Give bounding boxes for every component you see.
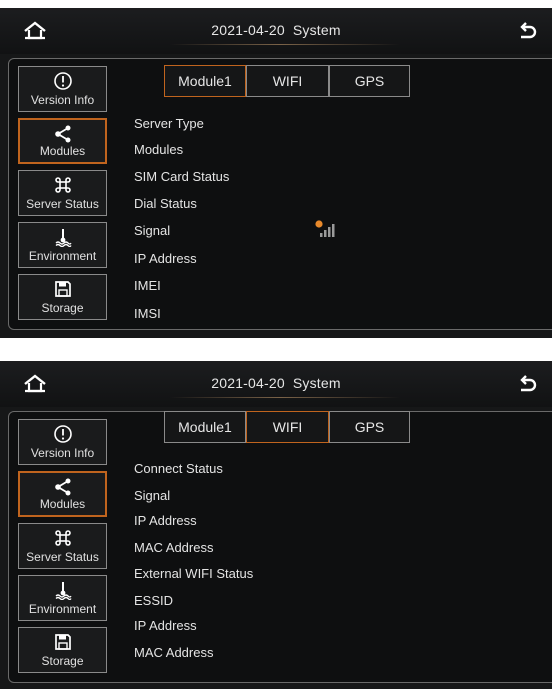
field-label-server-type: Server Type [134, 116, 204, 131]
sidebar-item-modules[interactable]: Modules [18, 118, 107, 164]
floppy-disk-icon [54, 634, 71, 650]
field-label-ip-address: IP Address [134, 618, 197, 633]
sidebar-item-label: Version Info [30, 446, 95, 460]
system-screen-module1: 2021-04-20 System Version Info Modules Se… [0, 8, 552, 338]
sidebar-item-label: Environment [28, 249, 97, 263]
cellular-signal-icon [315, 220, 335, 237]
date-label: 2021-04-20 [211, 22, 285, 38]
sidebar-item-modules[interactable]: Modules [18, 471, 107, 517]
signal-status-dot [315, 220, 323, 228]
date-label: 2021-04-20 [211, 375, 285, 391]
back-arrow-icon [520, 22, 537, 39]
field-label-connect-status: Connect Status [134, 461, 223, 476]
sidebar-item-server-status[interactable]: Server Status [18, 523, 107, 569]
back-button[interactable] [516, 21, 538, 43]
info-icon [53, 72, 72, 90]
tab-module1[interactable]: Module1 [164, 65, 246, 97]
page-title: 2021-04-20 System [0, 22, 552, 38]
sidebar-item-label: Environment [28, 602, 97, 616]
tab-label: Module1 [178, 73, 232, 89]
sidebar-item-server-status[interactable]: Server Status [18, 170, 107, 216]
thermometer-icon [55, 229, 72, 247]
top-bar: 2021-04-20 System [0, 361, 552, 407]
field-label-essid: ESSID [134, 593, 174, 608]
sidebar-item-label: Storage [41, 301, 84, 315]
field-label-mac-address: MAC Address [134, 540, 214, 555]
command-icon [54, 530, 71, 546]
sidebar-item-label: Server Status [26, 197, 99, 211]
sidebar-item-version-info[interactable]: Version Info [18, 419, 107, 465]
title-label: System [292, 22, 341, 38]
content-panel: Version Info Modules Server Status Envir… [8, 58, 552, 330]
sidebar-item-label: Storage [41, 654, 84, 668]
tab-wifi[interactable]: WIFI [246, 65, 329, 97]
field-label-ip-address: IP Address [134, 251, 197, 266]
field-label-signal: Signal [134, 223, 171, 238]
sidebar-item-label: Server Status [26, 550, 99, 564]
field-label-ip-address: IP Address [134, 513, 197, 528]
sidebar-item-storage[interactable]: Storage [18, 627, 107, 673]
info-icon [53, 425, 72, 443]
content-panel: Version Info Modules Server Status Envir… [8, 411, 552, 683]
share-icon [54, 478, 70, 496]
tab-gps[interactable]: GPS [329, 411, 410, 443]
title-label: System [292, 375, 341, 391]
system-screen-wifi: 2021-04-20 System Version Info Modules Se… [0, 361, 552, 689]
tab-module1[interactable]: Module1 [164, 411, 246, 443]
page-title: 2021-04-20 System [0, 375, 552, 391]
sidebar-item-label: Modules [39, 497, 86, 511]
field-label-imei: IMEI [134, 278, 161, 293]
title-divider-right [280, 397, 400, 398]
back-arrow-icon [520, 375, 537, 392]
sidebar-item-storage[interactable]: Storage [18, 274, 107, 320]
sidebar-item-label: Version Info [30, 93, 95, 107]
title-divider-left [170, 44, 280, 45]
sidebar-item-environment[interactable]: Environment [18, 575, 107, 621]
field-label-dial-status: Dial Status [134, 196, 197, 211]
title-divider-right [280, 44, 400, 45]
sidebar-item-label: Modules [39, 144, 86, 158]
sidebar-item-environment[interactable]: Environment [18, 222, 107, 268]
share-icon [54, 125, 70, 143]
field-label-sim-card-status: SIM Card Status [134, 169, 230, 184]
field-label-imsi: IMSI [134, 306, 161, 321]
tab-gps[interactable]: GPS [329, 65, 410, 97]
floppy-disk-icon [54, 281, 71, 297]
tab-label: WIFI [272, 419, 303, 435]
tab-label: Module1 [178, 419, 232, 435]
command-icon [54, 177, 71, 193]
tab-wifi[interactable]: WIFI [246, 411, 329, 443]
sidebar-item-version-info[interactable]: Version Info [18, 66, 107, 112]
back-button[interactable] [516, 374, 538, 396]
top-bar: 2021-04-20 System [0, 8, 552, 54]
field-label-mac-address: MAC Address [134, 645, 214, 660]
tab-label: GPS [354, 419, 385, 435]
field-label-modules: Modules [134, 142, 184, 157]
title-divider-left [170, 397, 280, 398]
thermometer-icon [55, 582, 72, 600]
tab-label: GPS [354, 73, 385, 89]
field-label-external-wifi-status: External WIFI Status [134, 566, 254, 581]
tab-label: WIFI [272, 73, 303, 89]
field-label-signal: Signal [134, 488, 171, 503]
